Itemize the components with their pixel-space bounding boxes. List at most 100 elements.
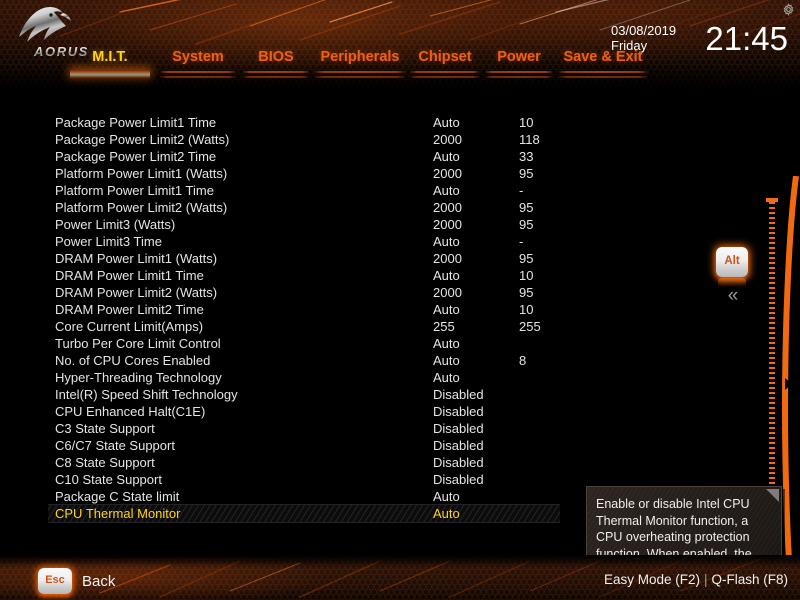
back-label[interactable]: Back (82, 573, 115, 590)
settings-row[interactable]: Turbo Per Core Limit Control Auto (48, 335, 560, 352)
setting-value[interactable]: Auto (433, 335, 460, 352)
setting-name: DRAM Power Limit1 (Watts) (55, 251, 218, 266)
setting-value[interactable]: 2000 (433, 131, 462, 148)
setting-value[interactable]: Auto (433, 505, 460, 522)
qflash-hotkey[interactable]: Q-Flash (F8) (711, 572, 788, 587)
settings-row[interactable]: Intel(R) Speed Shift Technology Disabled (48, 386, 560, 403)
setting-name: DRAM Power Limit1 Time (55, 268, 204, 283)
setting-name: Power Limit3 Time (55, 234, 162, 249)
settings-row[interactable]: C8 State Support Disabled (48, 454, 560, 471)
settings-row[interactable]: Package Power Limit2 (Watts) 2000 118 (48, 131, 560, 148)
setting-extra: 95 (519, 251, 534, 266)
tab-bios[interactable]: BIOS (243, 48, 309, 79)
settings-row[interactable]: Hyper-Threading Technology Auto (48, 369, 560, 386)
settings-row[interactable]: No. of CPU Cores Enabled Auto 8 (48, 352, 560, 369)
setting-value[interactable]: Auto (433, 352, 460, 369)
setting-value[interactable]: Auto (433, 369, 460, 386)
tab-underline (410, 70, 480, 79)
tab-power[interactable]: Power (485, 48, 553, 79)
settings-row[interactable]: Platform Power Limit2 (Watts) 2000 95 (48, 199, 560, 216)
setting-extra: - (519, 183, 524, 198)
setting-value[interactable]: Disabled (433, 437, 484, 454)
setting-value[interactable]: Auto (433, 148, 460, 165)
settings-panel: Package Power Limit1 Time Auto 10 Package P… (0, 90, 800, 600)
hotkey-separator: | (703, 572, 708, 587)
alt-key-button[interactable]: Alt (716, 247, 748, 287)
setting-value[interactable]: Auto (433, 267, 460, 284)
setting-value[interactable]: 2000 (433, 250, 462, 267)
settings-row-selected[interactable]: CPU Thermal Monitor Auto (48, 504, 560, 523)
settings-row[interactable]: C6/C7 State Support Disabled (48, 437, 560, 454)
scrollbar-track[interactable] (769, 202, 775, 488)
setting-value[interactable]: Disabled (433, 454, 484, 471)
setting-value[interactable]: Auto (433, 182, 460, 199)
gear-icon[interactable] (782, 3, 795, 16)
footer-hotkeys: Easy Mode (F2) | Q-Flash (F8) (604, 572, 788, 587)
setting-extra: 95 (519, 285, 534, 300)
clock-date-block: 03/08/2019 Friday (611, 23, 703, 53)
setting-extra: 95 (519, 217, 534, 232)
setting-name: Platform Power Limit1 (Watts) (55, 166, 228, 181)
setting-name: Turbo Per Core Limit Control (55, 336, 221, 351)
main-nav: M.I.T. System BIOS Peripherals Chipset P… (0, 48, 660, 82)
settings-row[interactable]: Power Limit3 Time Auto - (48, 233, 560, 250)
setting-value[interactable]: 2000 (433, 284, 462, 301)
settings-row[interactable]: C3 State Support Disabled (48, 420, 560, 437)
tab-chipset[interactable]: Chipset (410, 48, 480, 79)
setting-extra: 33 (519, 149, 534, 164)
setting-extra: 8 (519, 353, 527, 368)
tab-peripherals[interactable]: Peripherals (314, 48, 406, 79)
tab-underline (160, 70, 236, 79)
tooltip-fold-corner (766, 489, 779, 502)
setting-value[interactable]: Disabled (433, 471, 484, 488)
setting-value[interactable]: Auto (433, 301, 460, 318)
setting-value[interactable]: Disabled (433, 420, 484, 437)
setting-name: Package Power Limit1 Time (55, 115, 217, 130)
easy-mode-hotkey[interactable]: Easy Mode (F2) (604, 572, 700, 587)
setting-name: Core Current Limit(Amps) (55, 319, 204, 334)
setting-name: C10 State Support (55, 472, 162, 487)
settings-row[interactable]: DRAM Power Limit2 (Watts) 2000 95 (48, 284, 560, 301)
clock-time: 21:45 (705, 20, 788, 57)
settings-row[interactable]: Platform Power Limit1 (Watts) 2000 95 (48, 165, 560, 182)
setting-extra: 10 (519, 115, 534, 130)
settings-row[interactable]: DRAM Power Limit1 (Watts) 2000 95 (48, 250, 560, 267)
setting-value[interactable]: Auto (433, 488, 460, 505)
setting-value[interactable]: 255 (433, 318, 455, 335)
setting-value[interactable]: Auto (433, 114, 460, 131)
settings-row[interactable]: CPU Enhanced Halt(C1E) Disabled (48, 403, 560, 420)
setting-value[interactable]: Disabled (433, 386, 484, 403)
settings-row[interactable]: Package Power Limit1 Time Auto 10 (48, 114, 560, 131)
setting-value[interactable]: 2000 (433, 199, 462, 216)
setting-value[interactable]: 2000 (433, 165, 462, 182)
settings-row[interactable]: DRAM Power Limit2 Time Auto 10 (48, 301, 560, 318)
setting-name: CPU Thermal Monitor (55, 506, 181, 521)
setting-name: DRAM Power Limit2 Time (55, 302, 204, 317)
setting-name: Platform Power Limit1 Time (55, 183, 214, 198)
setting-name: C8 State Support (55, 455, 155, 470)
setting-value[interactable]: Disabled (433, 403, 484, 420)
settings-row[interactable]: Core Current Limit(Amps) 255 255 (48, 318, 560, 335)
tab-mit[interactable]: M.I.T. (70, 48, 150, 79)
tab-system[interactable]: System (160, 48, 236, 79)
settings-row[interactable]: C10 State Support Disabled (48, 471, 560, 488)
setting-name: CPU Enhanced Halt(C1E) (55, 404, 206, 419)
settings-row[interactable]: Power Limit3 (Watts) 2000 95 (48, 216, 560, 233)
double-chevron-left-icon[interactable]: « (718, 286, 748, 306)
app-header: AORUS M.I.T. System BIOS Peripherals Chi… (0, 0, 800, 90)
settings-row[interactable]: Package Power Limit2 Time Auto 33 (48, 148, 560, 165)
settings-row[interactable]: Platform Power Limit1 Time Auto - (48, 182, 560, 199)
setting-name: No. of CPU Cores Enabled (55, 353, 211, 368)
clock-weekday: Friday (611, 38, 648, 53)
tab-underline (558, 70, 648, 79)
setting-value[interactable]: Auto (433, 233, 460, 250)
settings-row[interactable]: Package C State limit Auto (48, 488, 560, 505)
esc-key-button[interactable]: Esc (38, 568, 72, 594)
setting-value[interactable]: 2000 (433, 216, 462, 233)
setting-name: Power Limit3 (Watts) (55, 217, 176, 232)
tab-underline (70, 70, 150, 79)
clock-date: 03/08/2019 (611, 23, 677, 38)
tab-underline (243, 70, 309, 79)
setting-extra: 118 (519, 132, 540, 147)
settings-row[interactable]: DRAM Power Limit1 Time Auto 10 (48, 267, 560, 284)
